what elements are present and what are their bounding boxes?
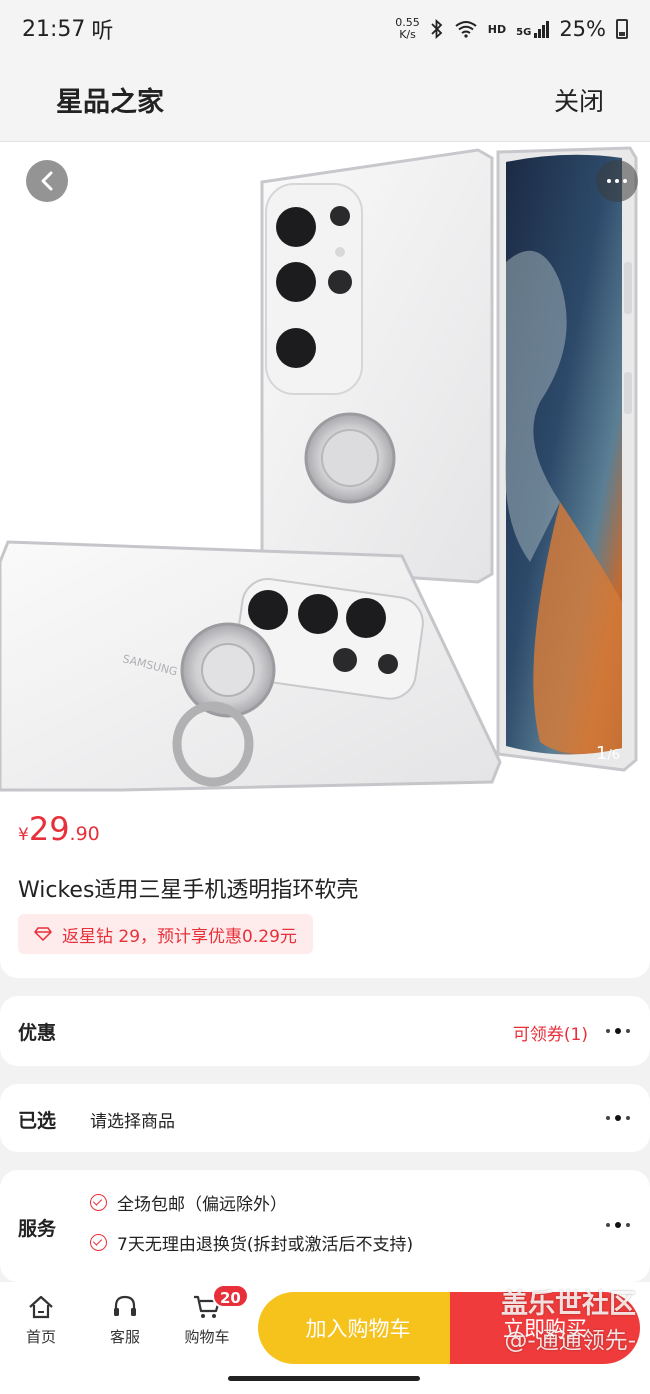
net-speed: 0.55 K/s: [395, 16, 420, 41]
wifi-icon: [455, 21, 477, 38]
tab-customer-service[interactable]: 客服: [90, 1294, 160, 1347]
product-image: SAMSUNG: [0, 146, 638, 792]
service-label: 服务: [18, 1218, 57, 1240]
more-dots-icon[interactable]: [606, 1115, 630, 1121]
product-title: Wickes适用三星手机透明指环软壳: [18, 878, 359, 903]
more-options-button[interactable]: [596, 160, 638, 202]
close-button[interactable]: 关闭: [554, 82, 604, 118]
add-to-cart-button[interactable]: 加入购物车: [258, 1292, 458, 1364]
selected-value: 请选择商品: [90, 1112, 175, 1132]
tab-home[interactable]: 首页: [6, 1294, 76, 1347]
bluetooth-icon: [431, 19, 443, 39]
hd-indicator: HD: [487, 22, 507, 36]
page-title: 星品之家: [56, 87, 164, 118]
home-icon: [29, 1295, 53, 1319]
status-bar: 21:57 听 0.55 K/s HD 5G 25%: [0, 0, 650, 58]
product-gallery[interactable]: SAMSUNG 1/6: [0, 142, 650, 792]
image-counter: 1/6: [595, 743, 620, 764]
diamond-icon: [34, 927, 52, 941]
selected-row[interactable]: 已选 请选择商品: [0, 1084, 650, 1152]
more-dots-icon: [607, 179, 611, 183]
buy-now-button[interactable]: 立即购买: [450, 1292, 640, 1364]
tab-cart[interactable]: 购物车 20: [172, 1284, 249, 1347]
offers-row[interactable]: 优惠 可领券(1): [0, 996, 650, 1066]
rebate-text: 返星钻 29，预计享优惠0.29元: [62, 926, 297, 947]
product-info-card: ¥29.90 Wickes适用三星手机透明指环软壳 返星钻 29，预计享优惠0.…: [0, 792, 650, 978]
headset-icon: [114, 1295, 136, 1316]
rebate-banner[interactable]: 返星钻 29，预计享优惠0.29元: [18, 914, 313, 954]
status-notification-icon: 听: [91, 19, 114, 44]
offers-label: 优惠: [18, 1022, 57, 1044]
status-time: 21:57: [22, 16, 86, 42]
signal-icon: 5G: [516, 20, 550, 38]
service-item: 全场包邮（偏远除外）: [90, 1190, 287, 1215]
home-indicator: [228, 1376, 420, 1381]
cart-count-badge: 20: [212, 1284, 249, 1308]
bottom-action-bar: 首页 客服 购物车 20 加入购物车 立即购买 盖乐世社区 @-通通领先-: [0, 1282, 650, 1394]
check-circle-icon: [90, 1194, 107, 1211]
coupon-link[interactable]: 可领券(1): [513, 1020, 588, 1045]
battery-icon: [616, 19, 628, 39]
service-item: 7天无理由退换货(拆封或激活后不支持): [90, 1230, 413, 1255]
product-price: ¥29.90: [18, 810, 100, 848]
app-header: 星品之家 关闭: [0, 58, 650, 142]
chevron-left-icon: [41, 171, 53, 191]
battery-percent: 25%: [559, 17, 606, 41]
service-row[interactable]: 服务 全场包邮（偏远除外） 7天无理由退换货(拆封或激活后不支持): [0, 1170, 650, 1282]
back-button[interactable]: [26, 160, 68, 202]
more-dots-icon[interactable]: [606, 1222, 630, 1228]
check-circle-icon: [90, 1234, 107, 1251]
more-dots-icon[interactable]: [606, 1028, 630, 1034]
selected-label: 已选: [18, 1110, 57, 1132]
